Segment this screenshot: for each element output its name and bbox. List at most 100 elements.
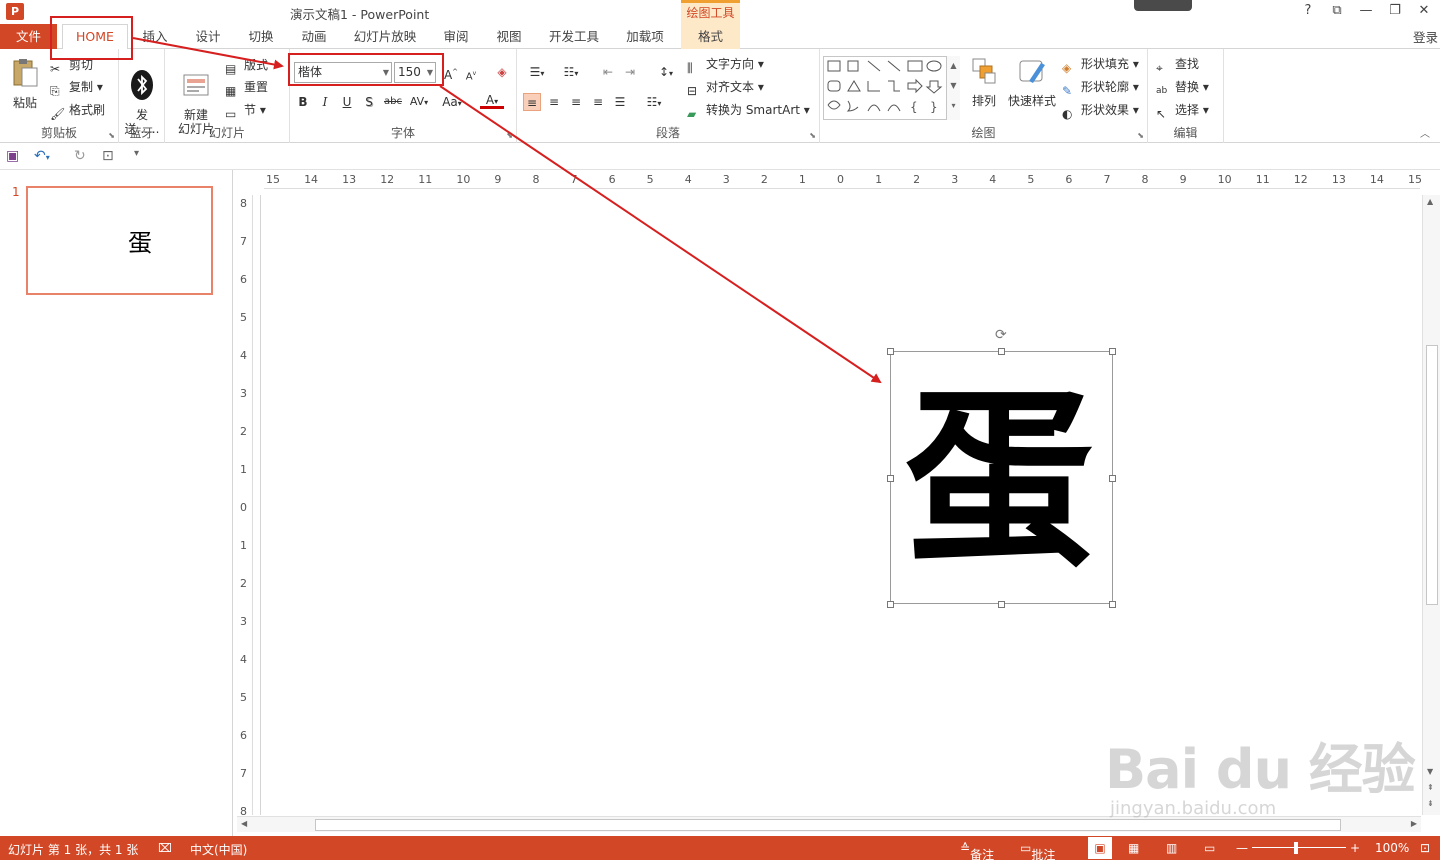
find-button[interactable]: ⌖ 查找: [1156, 54, 1199, 75]
character-spacing-button[interactable]: AV▾: [406, 93, 432, 111]
arrange-button[interactable]: 排列: [966, 55, 1002, 108]
clipboard-launcher-icon[interactable]: ⬊: [108, 131, 115, 140]
shape-fill-button[interactable]: ◈ 形状填充 ▾: [1062, 54, 1139, 75]
zoom-slider-track[interactable]: [1252, 847, 1346, 848]
close-button[interactable]: ✕: [1414, 3, 1434, 18]
scroll-left-icon[interactable]: ◀: [241, 819, 247, 828]
language-status[interactable]: 中文(中国): [190, 841, 247, 858]
resize-handle[interactable]: [1109, 475, 1116, 482]
increase-indent-icon[interactable]: ⇥: [621, 63, 639, 81]
shapes-gallery[interactable]: {}: [823, 56, 960, 120]
underline-button[interactable]: U: [338, 93, 356, 111]
vertical-scrollbar[interactable]: ▲ ▼ ⇞ ⇟: [1422, 195, 1440, 815]
resize-handle[interactable]: [887, 475, 894, 482]
reading-view-icon[interactable]: ▥: [1166, 841, 1177, 855]
horizontal-scroll-thumb[interactable]: [315, 819, 1341, 831]
ribbon-display-options-button[interactable]: ⧉: [1327, 3, 1347, 18]
next-slide-icon[interactable]: ⇟: [1427, 799, 1434, 808]
comments-button[interactable]: ▭ 批注: [1020, 841, 1055, 860]
justify-icon[interactable]: ≡: [589, 93, 607, 111]
numbering-icon[interactable]: ☷▾: [557, 63, 585, 81]
fit-slide-icon[interactable]: ⊡: [1420, 841, 1430, 855]
scroll-down-icon[interactable]: ▼: [1427, 767, 1433, 776]
spell-check-icon[interactable]: ⌧: [158, 841, 172, 855]
paragraph-launcher-icon[interactable]: ⬊: [809, 131, 816, 140]
tab-insert[interactable]: 插入: [136, 24, 174, 49]
align-left-icon[interactable]: ≡: [523, 93, 541, 111]
minimize-button[interactable]: —: [1356, 3, 1376, 18]
tab-review[interactable]: 审阅: [437, 24, 475, 49]
undo-icon[interactable]: ↶▾: [34, 148, 50, 164]
paste-button[interactable]: 粘贴: [6, 57, 44, 110]
customize-qat-icon[interactable]: ▾: [134, 148, 139, 159]
align-center-icon[interactable]: ≡: [545, 93, 563, 111]
distributed-icon[interactable]: ☰: [611, 93, 629, 111]
tab-animations[interactable]: 动画: [295, 24, 333, 49]
previous-slide-icon[interactable]: ⇞: [1427, 783, 1434, 792]
font-launcher-icon[interactable]: ⬊: [506, 131, 513, 140]
zoom-level[interactable]: 100%: [1375, 841, 1409, 855]
bold-button[interactable]: B: [294, 93, 312, 111]
restore-button[interactable]: ❐: [1385, 3, 1405, 18]
font-color-button[interactable]: A▾: [480, 93, 504, 109]
scroll-right-icon[interactable]: ▶: [1411, 819, 1417, 828]
text-shadow-button[interactable]: S: [360, 93, 378, 111]
strikethrough-button[interactable]: abc: [382, 93, 404, 111]
layout-button[interactable]: ▤ 版式: [225, 55, 268, 76]
tab-view[interactable]: 视图: [490, 24, 528, 49]
slide-thumbnail[interactable]: 蛋: [26, 186, 213, 295]
decrease-font-size-button[interactable]: Av: [462, 65, 480, 83]
shape-effects-button[interactable]: ◐ 形状效果 ▾: [1062, 100, 1139, 121]
resize-handle[interactable]: [1109, 601, 1116, 608]
section-button[interactable]: ▭ 节 ▾: [225, 100, 266, 121]
tab-slideshow[interactable]: 幻灯片放映: [350, 24, 420, 49]
text-direction-button[interactable]: ⫼ 文字方向 ▾: [687, 54, 764, 75]
slide-sorter-icon[interactable]: ▦: [1128, 841, 1139, 855]
columns-icon[interactable]: ☷▾: [641, 93, 667, 111]
slideshow-view-icon[interactable]: ▭: [1204, 841, 1215, 855]
tab-format[interactable]: 格式: [681, 24, 740, 49]
decrease-indent-icon[interactable]: ⇤: [599, 63, 617, 81]
clear-formatting-icon[interactable]: ◈: [493, 63, 511, 81]
zoom-in-icon[interactable]: +: [1350, 841, 1360, 855]
tab-developer[interactable]: 开发工具: [543, 24, 605, 49]
align-text-button[interactable]: ⊟ 对齐文本 ▾: [687, 77, 764, 98]
tab-transitions[interactable]: 切换: [242, 24, 280, 49]
vertical-scroll-thumb[interactable]: [1426, 345, 1438, 605]
select-button[interactable]: ↖ 选择 ▾: [1156, 100, 1209, 121]
save-icon[interactable]: ▣: [6, 148, 19, 164]
increase-font-size-button[interactable]: A^: [442, 63, 460, 82]
line-spacing-icon[interactable]: ↕▾: [653, 63, 679, 81]
format-painter-button[interactable]: 🖌 格式刷: [50, 100, 105, 121]
scroll-up-icon[interactable]: ▲: [1427, 197, 1433, 206]
quick-styles-button[interactable]: 快速样式: [1006, 55, 1058, 108]
bullets-icon[interactable]: ☰▾: [523, 63, 551, 81]
zoom-out-icon[interactable]: —: [1236, 841, 1248, 855]
copy-button[interactable]: ⎘ 复制 ▾: [50, 77, 103, 98]
collapse-ribbon-icon[interactable]: ︿: [1420, 125, 1430, 140]
italic-button[interactable]: I: [316, 93, 334, 111]
tab-addins[interactable]: 加载项: [620, 24, 670, 49]
redo-icon[interactable]: ↻: [74, 148, 86, 164]
resize-handle[interactable]: [887, 601, 894, 608]
drawing-launcher-icon[interactable]: ⬊: [1137, 131, 1144, 140]
rotate-handle-icon[interactable]: ⟳: [995, 327, 1007, 343]
help-button[interactable]: ?: [1298, 3, 1318, 18]
slide-canvas[interactable]: [260, 195, 1422, 815]
replace-button[interactable]: ab 替换 ▾: [1156, 77, 1209, 97]
powerpoint-app-icon[interactable]: P: [6, 3, 24, 20]
change-case-button[interactable]: Aa▾: [438, 93, 466, 111]
resize-handle[interactable]: [1109, 348, 1116, 355]
start-slideshow-icon[interactable]: ⊡: [102, 148, 114, 164]
shape-outline-button[interactable]: ✎ 形状轮廓 ▾: [1062, 77, 1139, 98]
notes-button[interactable]: ≙ 备注: [960, 841, 994, 860]
resize-handle[interactable]: [998, 348, 1005, 355]
zoom-slider-thumb[interactable]: [1294, 842, 1298, 854]
normal-view-icon[interactable]: ▣: [1088, 837, 1112, 859]
gallery-scroll-icon[interactable]: ▲ ▼ ▾: [946, 56, 960, 120]
login-link[interactable]: 登录: [1413, 27, 1438, 46]
resize-handle[interactable]: [998, 601, 1005, 608]
tab-design[interactable]: 设计: [189, 24, 227, 49]
convert-smartart-button[interactable]: ▰ 转换为 SmartArt ▾: [687, 100, 810, 121]
resize-handle[interactable]: [887, 348, 894, 355]
